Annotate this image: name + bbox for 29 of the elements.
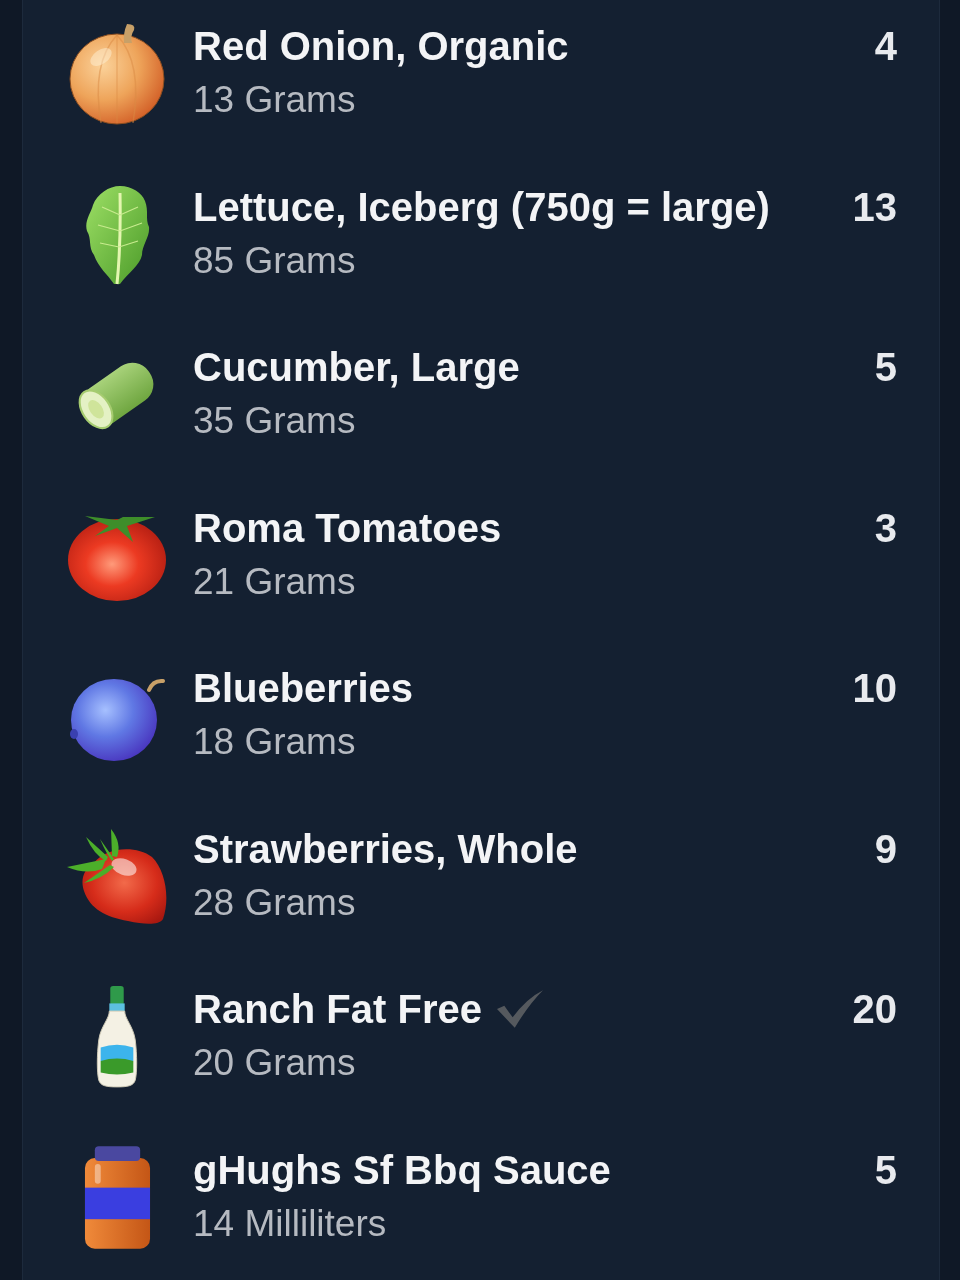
serving-amount: 14 Milliliters (193, 1201, 388, 1246)
food-name: Blueberries (193, 665, 414, 712)
item-number: 20 (851, 986, 898, 1033)
serving-amount: 35 Grams (193, 399, 357, 443)
lettuce-leaf-icon (84, 184, 150, 285)
food-name: Lettuce, Iceberg (750g = large) (193, 183, 770, 231)
item-number: 5 (873, 344, 898, 391)
serving-amount: 13 Grams (193, 78, 357, 122)
serving-amount: 18 Grams (193, 720, 357, 764)
serving-amount: 21 Grams (193, 559, 357, 604)
serving-amount: 85 Grams (193, 238, 357, 283)
food-name: Ranch Fat Free (193, 986, 482, 1033)
serving-amount: 28 Grams (193, 880, 357, 925)
dressing-bottle-icon (93, 985, 141, 1089)
jar-icon (82, 1146, 152, 1249)
food-name: Strawberries, Whole (193, 825, 578, 873)
item-number: 4 (873, 23, 898, 70)
food-name: Red Onion, Organic (193, 23, 569, 70)
food-name: Roma Tomatoes (193, 504, 502, 552)
food-name: gHughs Sf Bbq Sauce (193, 1146, 611, 1194)
onion-icon (69, 23, 165, 125)
item-number: 3 (873, 504, 898, 552)
food-name: Cucumber, Large (193, 344, 520, 391)
item-number: 5 (873, 1146, 898, 1194)
item-number: 13 (851, 183, 898, 231)
item-number: 9 (873, 825, 898, 873)
serving-amount: 20 Grams (193, 1041, 357, 1085)
strawberry-icon (66, 828, 168, 925)
item-number: 10 (851, 665, 898, 712)
